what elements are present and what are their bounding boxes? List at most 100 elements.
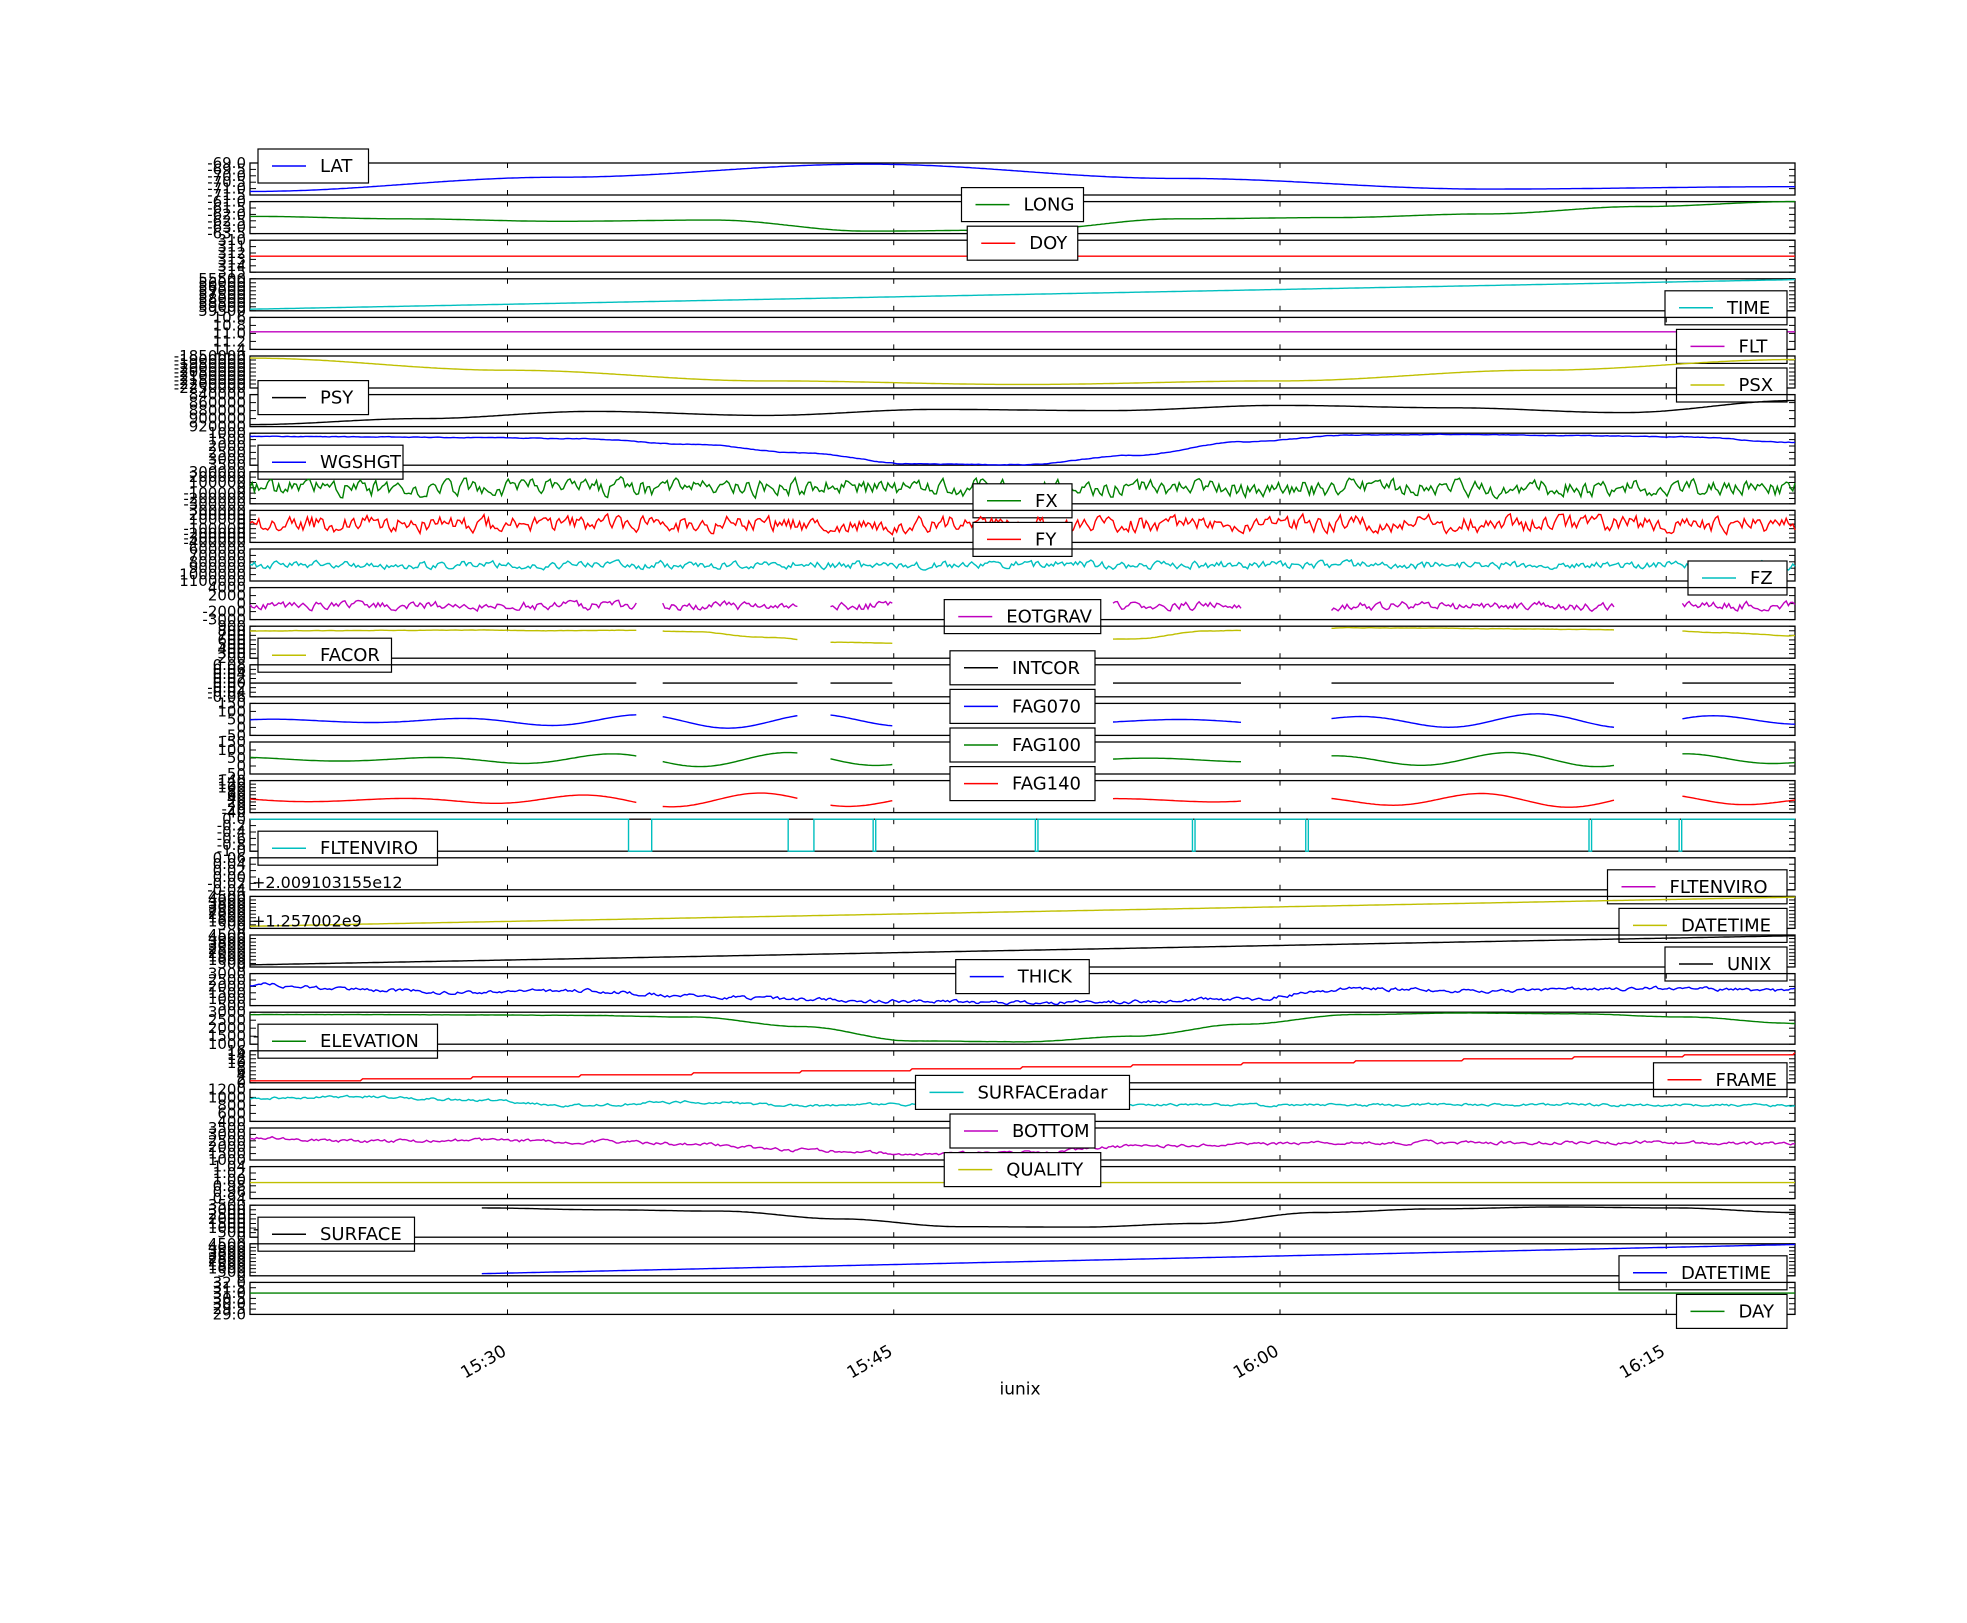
legend-label: FY (1035, 529, 1057, 550)
panel-quality: 1.041.021.000.980.960.94QUALITY (213, 1151, 1796, 1208)
series-line-datetime (249, 896, 1796, 927)
legend-label: UNIX (1727, 954, 1771, 975)
legend-fag140: FAG140 (949, 765, 1096, 802)
panel-frame (249, 1243, 1796, 1277)
legend-fy: FY (972, 521, 1073, 558)
legend-label: FZ (1750, 568, 1773, 589)
panel-fag140: 140120100806040200-20-40FAG140 (217, 765, 1796, 822)
legend-eotgrav: EOTGRAV (943, 598, 1102, 635)
legend-fx: FX (972, 483, 1073, 519)
panel-frame (249, 316, 1796, 351)
legend-fltenviro: FLTENVIRO (257, 830, 439, 866)
legend-long: LONG (960, 187, 1085, 223)
legend-label: FLTENVIRO (320, 838, 418, 859)
legend-label: ELEVATION (320, 1031, 419, 1052)
series-line-elevation (250, 1012, 1795, 1043)
legend-wgshgt: WGSHGT (257, 444, 404, 480)
legend-label: DAY (1739, 1301, 1775, 1322)
legend-label: WGSHGT (320, 452, 402, 473)
panel-eotgrav: 400020000-2000-3000 EOTGRAV (202, 579, 1796, 635)
panel-frame (249, 818, 1796, 852)
series-line-time (250, 278, 1795, 310)
legend-label: LAT (320, 156, 353, 177)
legend-label: PSX (1739, 375, 1774, 396)
legend-elevation: ELEVATION (257, 1023, 439, 1059)
legend-time: TIME (1664, 290, 1788, 326)
legend-psx: PSX (1675, 367, 1788, 403)
panel-frame (249, 1204, 1796, 1238)
panel-fltenviro: 0.0-0.2-0.4-0.6-0.8-1.0 FLTENVIRO (217, 810, 1796, 866)
legend-surface: SURFACE (257, 1216, 416, 1252)
x-tick-label: 16:15 (1616, 1341, 1668, 1383)
legend-label: FLT (1739, 336, 1769, 357)
series-line-datetime (481, 1243, 1796, 1275)
legend-label: QUALITY (1006, 1160, 1084, 1181)
legend-label: FX (1035, 491, 1058, 512)
legend-datetime: DATETIME (1618, 1255, 1788, 1291)
y-tick-label: 29.0 (213, 1305, 246, 1323)
panel-datetime: 450040003500300025002000150010005000 +1.2… (208, 887, 1796, 944)
legend-intcor: INTCOR (949, 650, 1096, 686)
legend-fag070: FAG070 (949, 688, 1096, 725)
legend-label: SURFACE (320, 1224, 402, 1245)
series-line-surface (481, 1206, 1795, 1228)
legend-label: INTCOR (1012, 658, 1080, 679)
legend-label: SURFACEradar (978, 1082, 1109, 1103)
legend-unix: UNIX (1664, 946, 1788, 982)
legend-label: PSY (320, 388, 354, 409)
panel-frame (249, 355, 1796, 389)
axis-offset-label: +1.257002e9 (252, 911, 362, 930)
legend-label: DATETIME (1681, 1263, 1771, 1284)
panel-datetime: 450040003500300025002000150010005000 DATE… (208, 1235, 1796, 1291)
panel-fltenviro: 0.060.040.020.00-0.02-0.04 +2.009103155e1… (207, 849, 1796, 905)
panel-surface: 3500300025002000150010005000+2.00910315e… (208, 1196, 1796, 1252)
panel-thick: 30002500200015001000500THICK (208, 958, 1796, 1015)
legend-psy: PSY (257, 380, 370, 416)
legend-label: TIME (1726, 298, 1770, 319)
panel-day: 32.031.531.030.530.029.529.0 DAY (213, 1273, 1796, 1330)
panel-fx: 3000002000001000000-100000-200000-300000… (183, 463, 1796, 519)
panel-elevation: 30002500200015001000+2.00910315e12ELEVAT… (208, 1003, 1796, 1059)
legend-label: THICK (1017, 967, 1073, 988)
series-line-psx (250, 357, 1795, 386)
series-line-fltenviro (250, 818, 1795, 852)
series-line-fz (249, 558, 1796, 571)
legend-flt: FLT (1675, 328, 1788, 364)
legend-facor: FACOR (257, 637, 393, 673)
panel-psx: -1850000-1900000-1950000-2000000-2050000… (174, 347, 1796, 403)
legend-bottom: BOTTOM (949, 1113, 1096, 1149)
legend-label: BOTTOM (1012, 1121, 1090, 1142)
legend-lat: LAT (257, 148, 370, 184)
legend-label: FLTENVIRO (1670, 877, 1768, 898)
legend-label: FAG100 (1012, 735, 1081, 756)
panel-frame (249, 857, 1796, 891)
legend-label: DOY (1029, 233, 1068, 254)
series-line-wgshgt (249, 433, 1796, 466)
legend-label: FACOR (320, 645, 380, 666)
x-tick-label: 16:00 (1230, 1341, 1282, 1383)
legend-label: DATETIME (1681, 915, 1771, 936)
panel-frame (249, 1281, 1796, 1316)
legend-surfaceradar: SURFACEradar (914, 1074, 1131, 1111)
legend-quality: QUALITY (943, 1151, 1102, 1188)
panels-group: -69.0-69.5-70.0-70.5-71.0-71.5LAT-61.0-6… (174, 148, 1796, 1330)
panel-psy: 840000860000880000900000920000PSY (189, 380, 1796, 436)
x-axis-label: iunix (999, 1379, 1040, 1399)
panel-flt: 10.610.811.011.211.4 FLT (213, 308, 1796, 364)
legend-label: LONG (1024, 195, 1075, 216)
panel-doy: 310311312313314315DOY (217, 225, 1796, 281)
legend-label: FAG140 (1012, 774, 1081, 795)
legend-thick: THICK (955, 958, 1090, 995)
multi-panel-line-chart: -69.0-69.5-70.0-70.5-71.0-71.5LAT-61.0-6… (174, 148, 1796, 1399)
legend-frame: FRAME (1652, 1062, 1788, 1098)
legend-label: EOTGRAV (1006, 607, 1092, 628)
panel-wgshgt: 100015002000250030003500 WGSHGT (208, 424, 1796, 480)
panel-time: 5550056000565005700057500580005850059000… (198, 270, 1796, 326)
x-axis: 15:30 15:45 16:00 16:15 (458, 1341, 1669, 1383)
panel-frame (249, 1011, 1796, 1045)
x-tick-label: 15:30 (458, 1341, 510, 1383)
axis-offset-label: +2.009103155e12 (252, 873, 403, 892)
legend-day: DAY (1675, 1293, 1788, 1330)
legend-fag100: FAG100 (949, 727, 1096, 763)
series-line-psy (250, 399, 1795, 426)
